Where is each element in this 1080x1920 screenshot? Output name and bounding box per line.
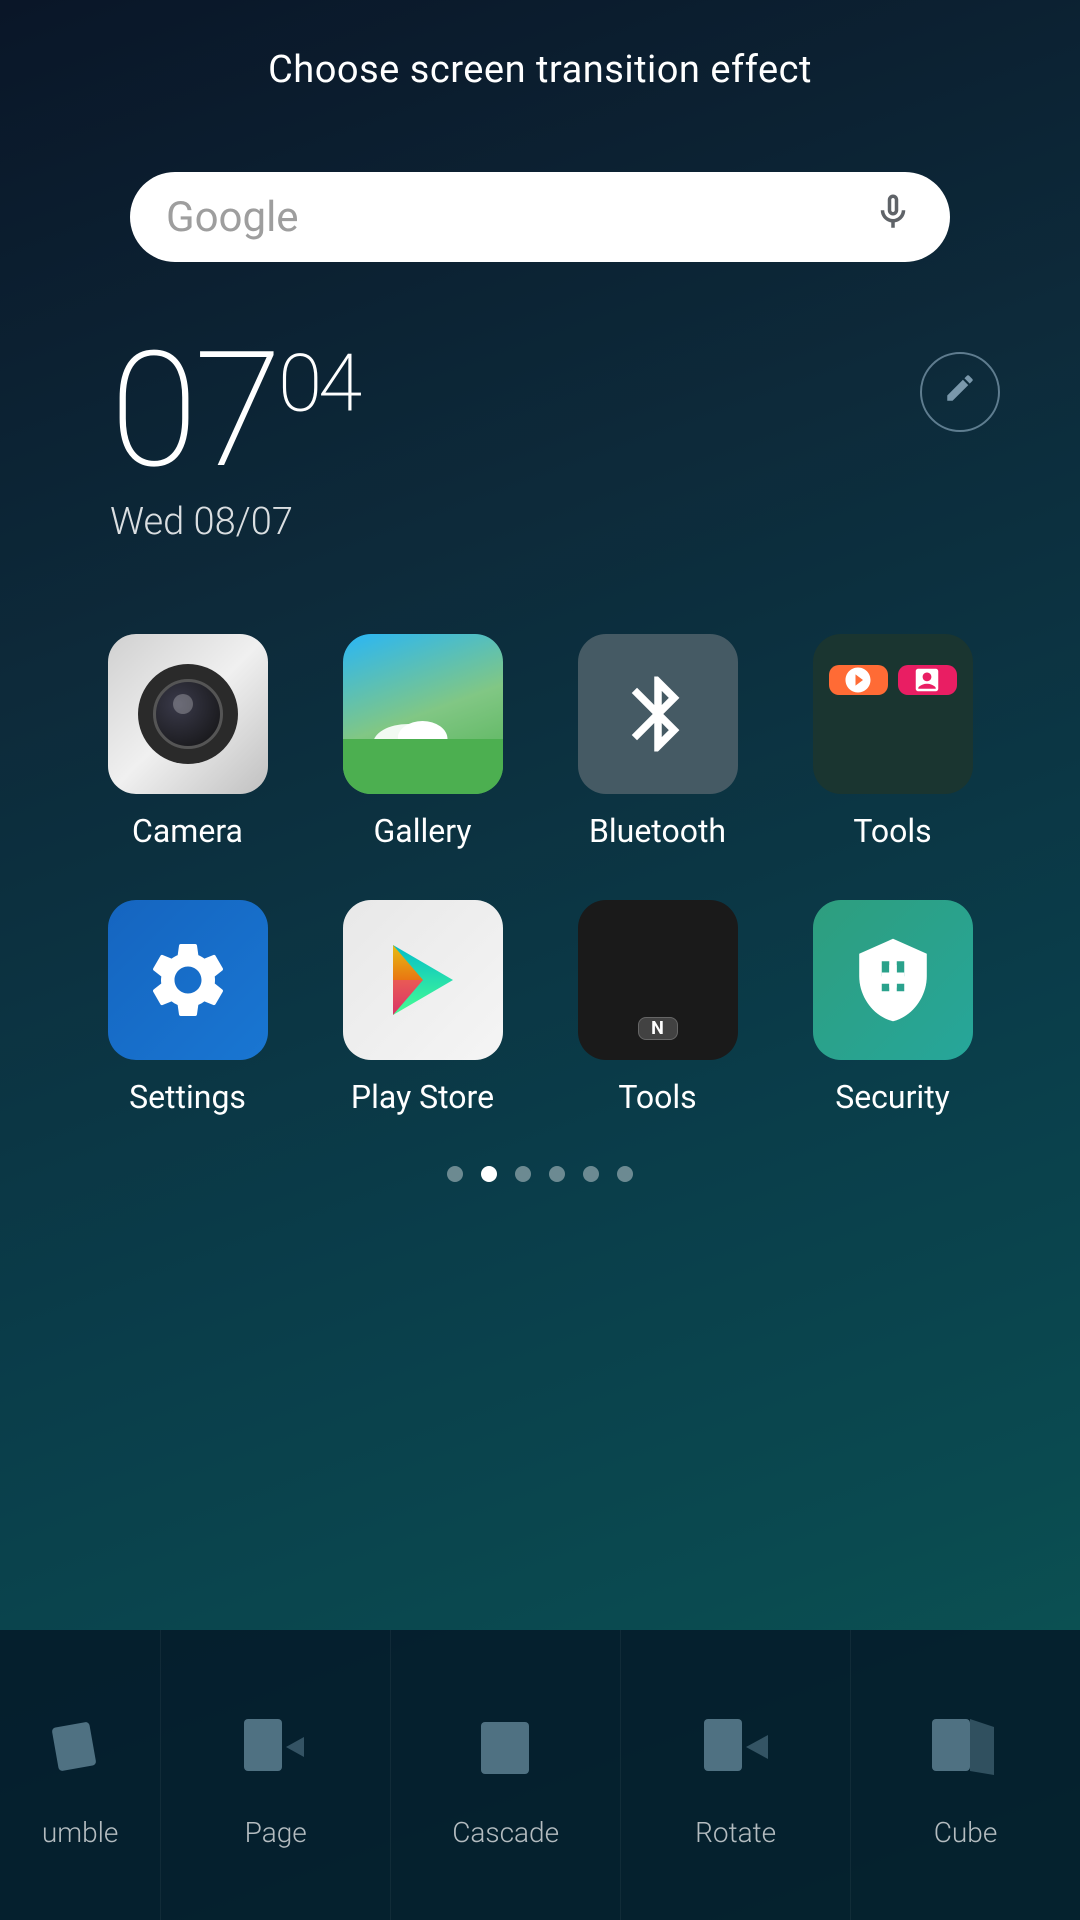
app-tools-folder[interactable]: Tools	[785, 634, 1000, 850]
transition-rotate[interactable]: Rotate	[621, 1630, 851, 1920]
app-play-store-label: Play Store	[351, 1078, 494, 1116]
app-bluetooth[interactable]: Bluetooth	[550, 634, 765, 850]
page-indicators	[0, 1166, 1080, 1182]
transitions-bar: umble Page Cascade Rotate	[0, 1630, 1080, 1920]
tumble-icon	[50, 1702, 110, 1792]
app-settings-label: Settings	[129, 1078, 246, 1116]
clock-section: 0704 Wed 08/07	[0, 332, 1080, 544]
page-label: Page	[245, 1816, 307, 1849]
transition-cube[interactable]: Cube	[851, 1630, 1080, 1920]
dot-3[interactable]	[549, 1166, 565, 1182]
search-bar-container: Google	[130, 172, 950, 262]
apps-grid: Camera Gallery Bluetooth	[0, 634, 1080, 1116]
transition-tumble[interactable]: umble	[0, 1630, 161, 1920]
dot-4[interactable]	[583, 1166, 599, 1182]
screen-title: Choose screen transition effect	[0, 0, 1080, 92]
app-security-label: Security	[835, 1078, 950, 1116]
rotate-label: Rotate	[695, 1816, 776, 1849]
app-camera-label: Camera	[132, 812, 243, 850]
transition-page[interactable]: Page	[161, 1630, 391, 1920]
app-tools-folder-label: Tools	[853, 812, 931, 850]
dot-1[interactable]	[481, 1166, 497, 1182]
dot-0[interactable]	[447, 1166, 463, 1182]
cube-label: Cube	[934, 1816, 998, 1849]
cascade-icon	[461, 1702, 551, 1792]
app-security[interactable]: Security	[785, 900, 1000, 1116]
search-placeholder: Google	[166, 193, 299, 242]
app-bluetooth-label: Bluetooth	[589, 812, 726, 850]
tumble-label: umble	[42, 1816, 119, 1849]
edit-button[interactable]	[920, 352, 1000, 432]
page-icon	[231, 1702, 321, 1792]
mic-icon[interactable]	[872, 191, 914, 244]
cascade-label: Cascade	[452, 1816, 559, 1849]
cube-icon	[921, 1702, 1011, 1792]
dot-2[interactable]	[515, 1166, 531, 1182]
search-bar[interactable]: Google	[130, 172, 950, 262]
app-settings[interactable]: Settings	[80, 900, 295, 1116]
app-gallery-label: Gallery	[374, 812, 472, 850]
app-tools-label: Tools	[618, 1078, 696, 1116]
dot-5[interactable]	[617, 1166, 633, 1182]
app-gallery[interactable]: Gallery	[315, 634, 530, 850]
transition-cascade[interactable]: Cascade	[391, 1630, 621, 1920]
clock-date: Wed 08/07	[110, 500, 1080, 544]
app-camera[interactable]: Camera	[80, 634, 295, 850]
edit-icon	[943, 371, 977, 414]
rotate-icon	[691, 1702, 781, 1792]
app-play-store[interactable]: Play Store	[315, 900, 530, 1116]
app-tools[interactable]: N Tools	[550, 900, 765, 1116]
